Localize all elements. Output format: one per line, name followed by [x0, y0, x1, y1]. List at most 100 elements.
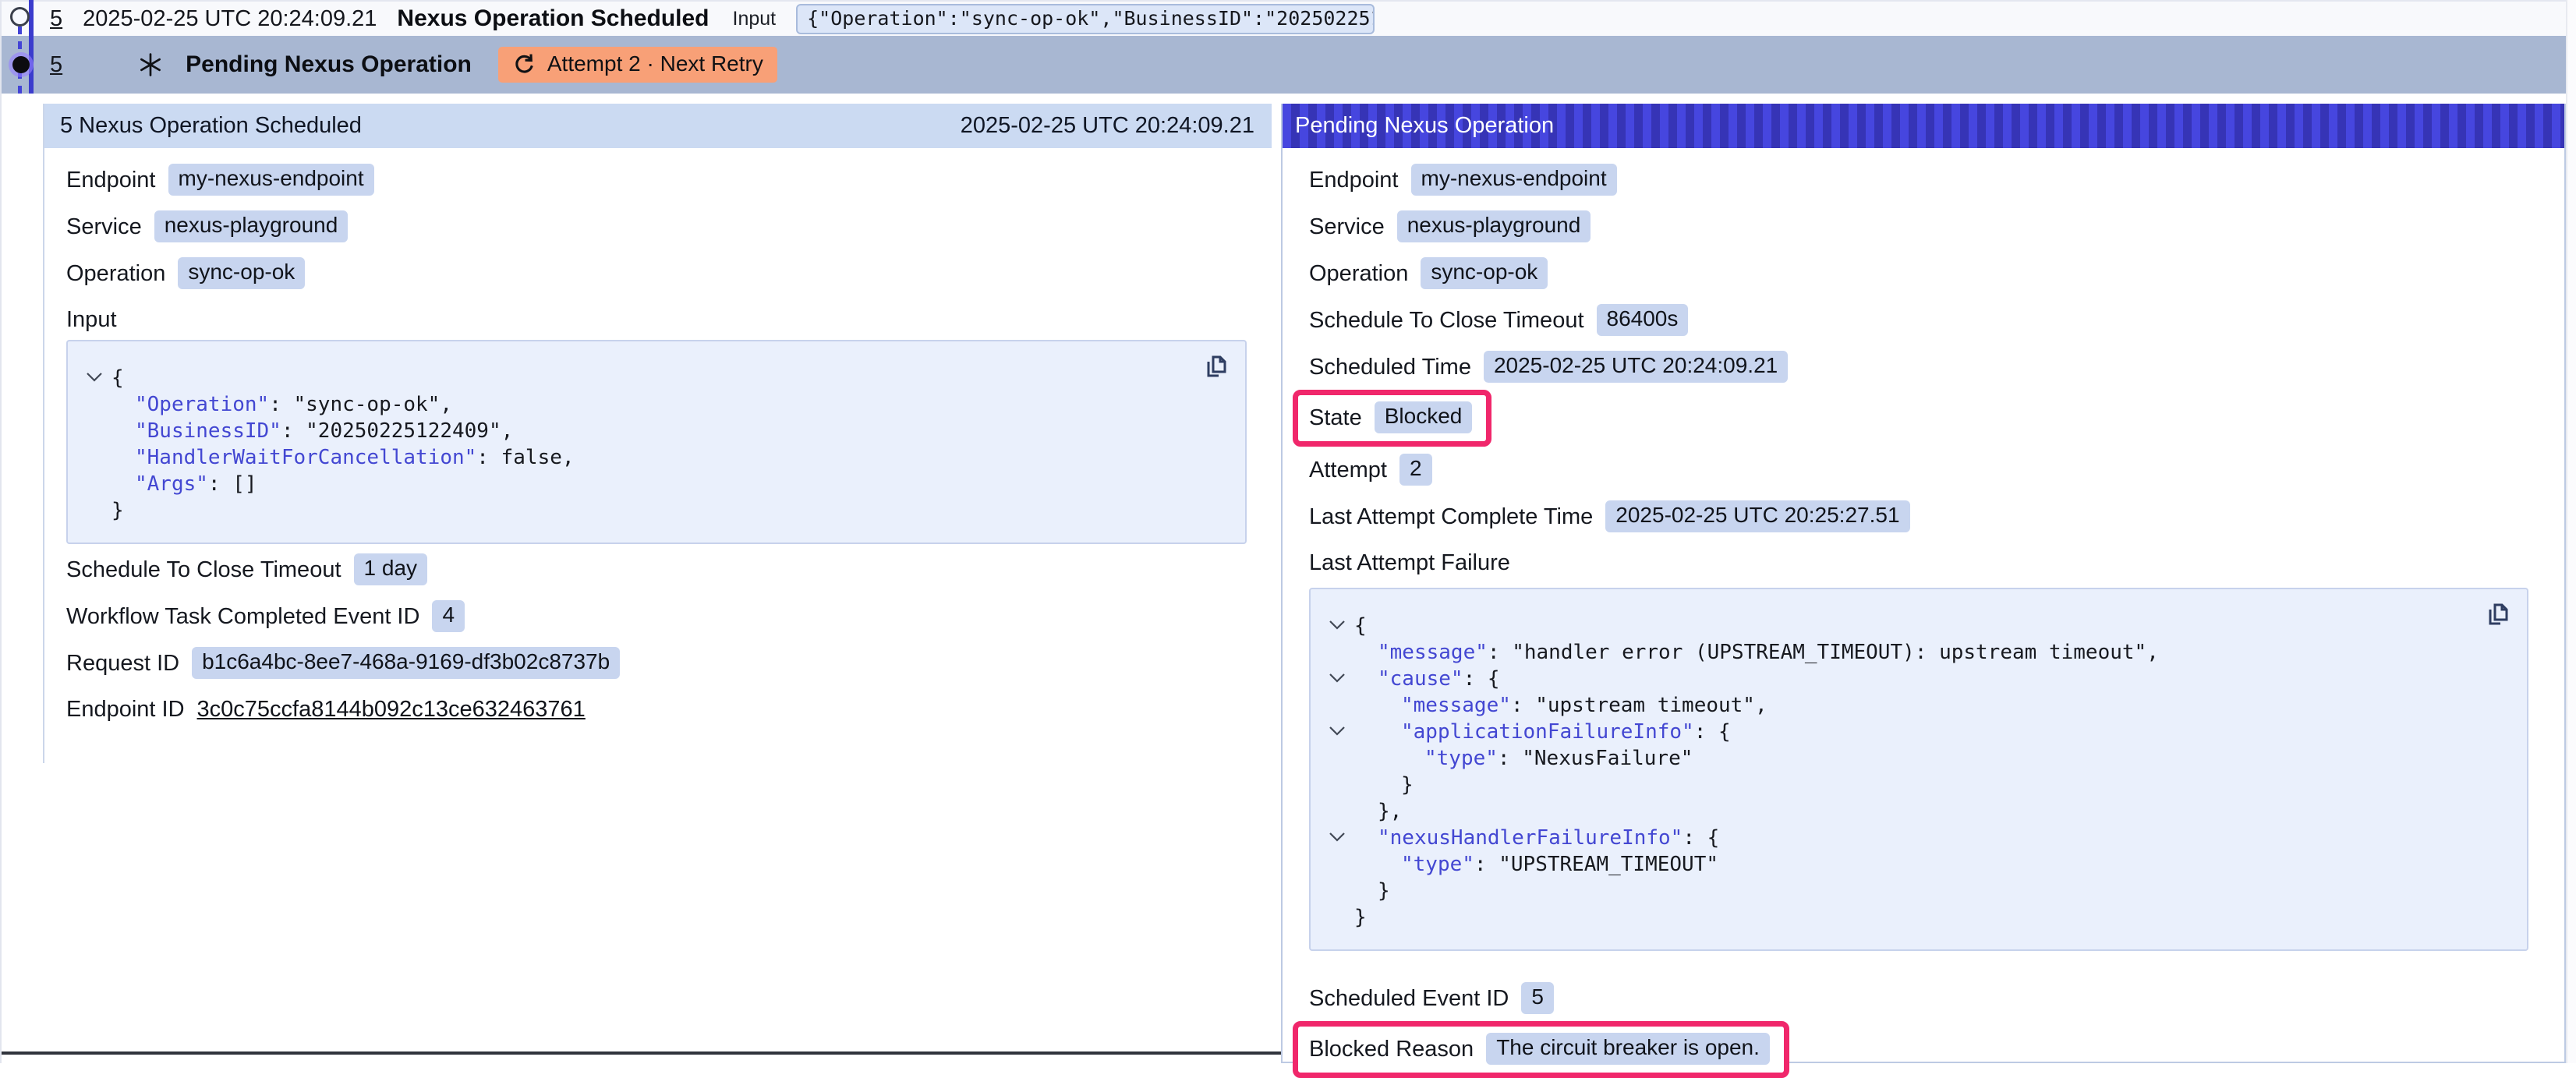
field-value-badge: The circuit breaker is open.	[1486, 1033, 1770, 1065]
field: Endpointmy-nexus-endpoint	[1309, 164, 1617, 196]
field-value-badge: 86400s	[1597, 304, 1689, 336]
json-line: "applicationFailureInfo": {	[1320, 719, 2503, 745]
json-line: }	[1320, 878, 2503, 904]
field-row: Operationsync-op-ok	[66, 257, 1251, 289]
json-line: }	[1320, 772, 2503, 798]
json-line: "message": "handler error (UPSTREAM_TIME…	[1320, 639, 2503, 666]
field-row: Scheduled Event ID 5	[1309, 982, 2533, 1014]
field-label: Scheduled Time	[1309, 352, 1471, 383]
chevron-gutter-spacer	[1320, 745, 1354, 772]
field-row: Operationsync-op-ok	[1309, 257, 2533, 289]
chevron-gutter-spacer	[77, 444, 111, 471]
field-label: Workflow Task Completed Event ID	[66, 601, 419, 632]
field-row: Schedule To Close Timeout 1 day	[66, 553, 1251, 585]
field-value-badge: 2025-02-25 UTC 20:24:09.21	[1484, 351, 1788, 383]
chevron-gutter-spacer	[1320, 878, 1354, 904]
json-line: "Args": []	[77, 471, 1222, 497]
json-line: {	[77, 365, 1222, 391]
json-line: },	[1320, 798, 2503, 825]
field: Schedule To Close Timeout86400s	[1309, 304, 1688, 336]
event-timestamp: 2025-02-25 UTC 20:24:09.21	[83, 6, 377, 32]
json-line: }	[1320, 904, 2503, 931]
pending-operation-header: Pending Nexus Operation	[1283, 104, 2564, 148]
field-label: Schedule To Close Timeout	[66, 554, 341, 585]
field-row: StateBlocked	[1309, 398, 2533, 439]
chevron-gutter-spacer	[77, 391, 111, 418]
field: Operationsync-op-ok	[1309, 257, 1548, 289]
field-row: Endpoint ID 3c0c75ccfa8144b092c13ce632463…	[66, 694, 1251, 725]
collapse-chevron-icon[interactable]	[77, 365, 111, 391]
chevron-gutter-spacer	[1320, 692, 1354, 719]
event-detail-header: 5 Nexus Operation Scheduled 2025-02-25 U…	[44, 104, 1272, 148]
pending-operation-fields-top: Endpointmy-nexus-endpoint Servicenexus-pl…	[1309, 164, 2533, 532]
field-row: Servicenexus-playground	[1309, 210, 2533, 242]
page-left-border	[0, 0, 2, 1063]
field-value-badge: Blocked	[1375, 401, 1473, 433]
field-value-badge: my-nexus-endpoint	[1411, 164, 1617, 196]
timeline-filled-dot-icon[interactable]	[12, 56, 30, 73]
collapse-chevron-icon[interactable]	[1320, 666, 1354, 692]
field-value-badge: 2025-02-25 UTC 20:25:27.51	[1605, 500, 1909, 532]
field-label: Endpoint	[66, 164, 156, 196]
field-value-badge: 5	[1521, 982, 1554, 1014]
field-row: Last Attempt Complete Time2025-02-25 UTC…	[1309, 500, 2533, 532]
input-section-label: Input	[66, 304, 1251, 335]
scrollbar[interactable]	[2566, 0, 2576, 1063]
field-value-badge: nexus-playground	[154, 210, 349, 242]
field-label: Endpoint ID	[66, 694, 185, 725]
field: Workflow Task Completed Event ID4	[66, 600, 465, 632]
field-value-badge: sync-op-ok	[178, 257, 305, 289]
field-row: Endpointmy-nexus-endpoint	[1309, 164, 2533, 196]
failure-section-label: Last Attempt Failure	[1309, 547, 2533, 578]
json-line: "cause": {	[1320, 666, 2503, 692]
field: Service nexus-playground	[66, 210, 348, 242]
chevron-gutter-spacer	[77, 497, 111, 524]
pending-nexus-operation-row[interactable]: 5 Pending Nexus Operation Attempt 2 · Ne…	[0, 36, 2576, 94]
pending-operation-panel: Pending Nexus Operation Endpointmy-nexus…	[1281, 104, 2566, 1063]
chevron-gutter-spacer	[1320, 772, 1354, 798]
highlighted-field: StateBlocked	[1293, 390, 1491, 447]
event-detail-fields-top: Endpoint my-nexus-endpoint Service nexus-pl…	[66, 164, 1251, 289]
collapse-chevron-icon[interactable]	[1320, 825, 1354, 851]
field: Endpoint my-nexus-endpoint	[66, 164, 374, 196]
json-line: "HandlerWaitForCancellation": false,	[77, 444, 1222, 471]
field-label: Operation	[1309, 258, 1408, 289]
collapse-chevron-icon[interactable]	[1320, 613, 1354, 639]
copy-icon[interactable]	[1201, 352, 1231, 382]
collapse-chevron-icon[interactable]	[1320, 719, 1354, 745]
field: Attempt2	[1309, 454, 1432, 486]
event-detail-header-timestamp: 2025-02-25 UTC 20:24:09.21	[961, 113, 1254, 139]
field: Servicenexus-playground	[1309, 210, 1591, 242]
json-line: "nexusHandlerFailureInfo": {	[1320, 825, 2503, 851]
pending-title: Pending Nexus Operation	[186, 51, 472, 78]
event-input-label: Input	[733, 8, 777, 30]
field-row: Blocked ReasonThe circuit breaker is ope…	[1309, 1029, 2533, 1070]
pending-asterisk-icon	[137, 51, 164, 78]
field: Schedule To Close Timeout 1 day	[66, 553, 427, 585]
event-detail-fields-bottom: Schedule To Close Timeout 1 day Workflow T…	[66, 553, 1251, 725]
chevron-gutter-spacer	[1320, 904, 1354, 931]
chevron-gutter-spacer	[1320, 639, 1354, 666]
json-line: {	[1320, 613, 2503, 639]
attempt-retry-text: Attempt 2 · Next Retry	[547, 51, 763, 76]
field-value-badge: my-nexus-endpoint	[168, 164, 374, 196]
json-line: "message": "upstream timeout",	[1320, 692, 2503, 719]
event-id-link[interactable]: 5	[50, 6, 62, 32]
field-value-badge: 2	[1399, 454, 1432, 486]
field: Operationsync-op-ok	[66, 257, 305, 289]
field-row: Scheduled Time 2025-02-25 UTC 20:24:09.21	[1309, 351, 2533, 383]
json-line: "type": "UPSTREAM_TIMEOUT"	[1320, 851, 2503, 878]
field-label: Service	[66, 211, 142, 242]
json-line: "Operation": "sync-op-ok",	[77, 391, 1222, 418]
chevron-gutter-spacer	[1320, 798, 1354, 825]
event-row-nexus-operation-scheduled[interactable]: 5 2025-02-25 UTC 20:24:09.21 Nexus Opera…	[0, 0, 2576, 36]
field: Endpoint ID 3c0c75ccfa8144b092c13ce632463…	[66, 694, 586, 725]
timeline-open-circle-icon[interactable]	[10, 7, 30, 27]
field-value-badge: 1 day	[354, 553, 428, 585]
pending-id-link[interactable]: 5	[50, 52, 62, 78]
field-value-link[interactable]: 3c0c75ccfa8144b092c13ce632463761	[197, 697, 586, 723]
copy-icon[interactable]	[2483, 600, 2513, 630]
event-input-chip[interactable]: {"Operation":"sync-op-ok","BusinessID":"…	[796, 4, 1375, 34]
field-row: Attempt2	[1309, 454, 2533, 486]
field-label: Scheduled Event ID	[1309, 983, 1509, 1014]
